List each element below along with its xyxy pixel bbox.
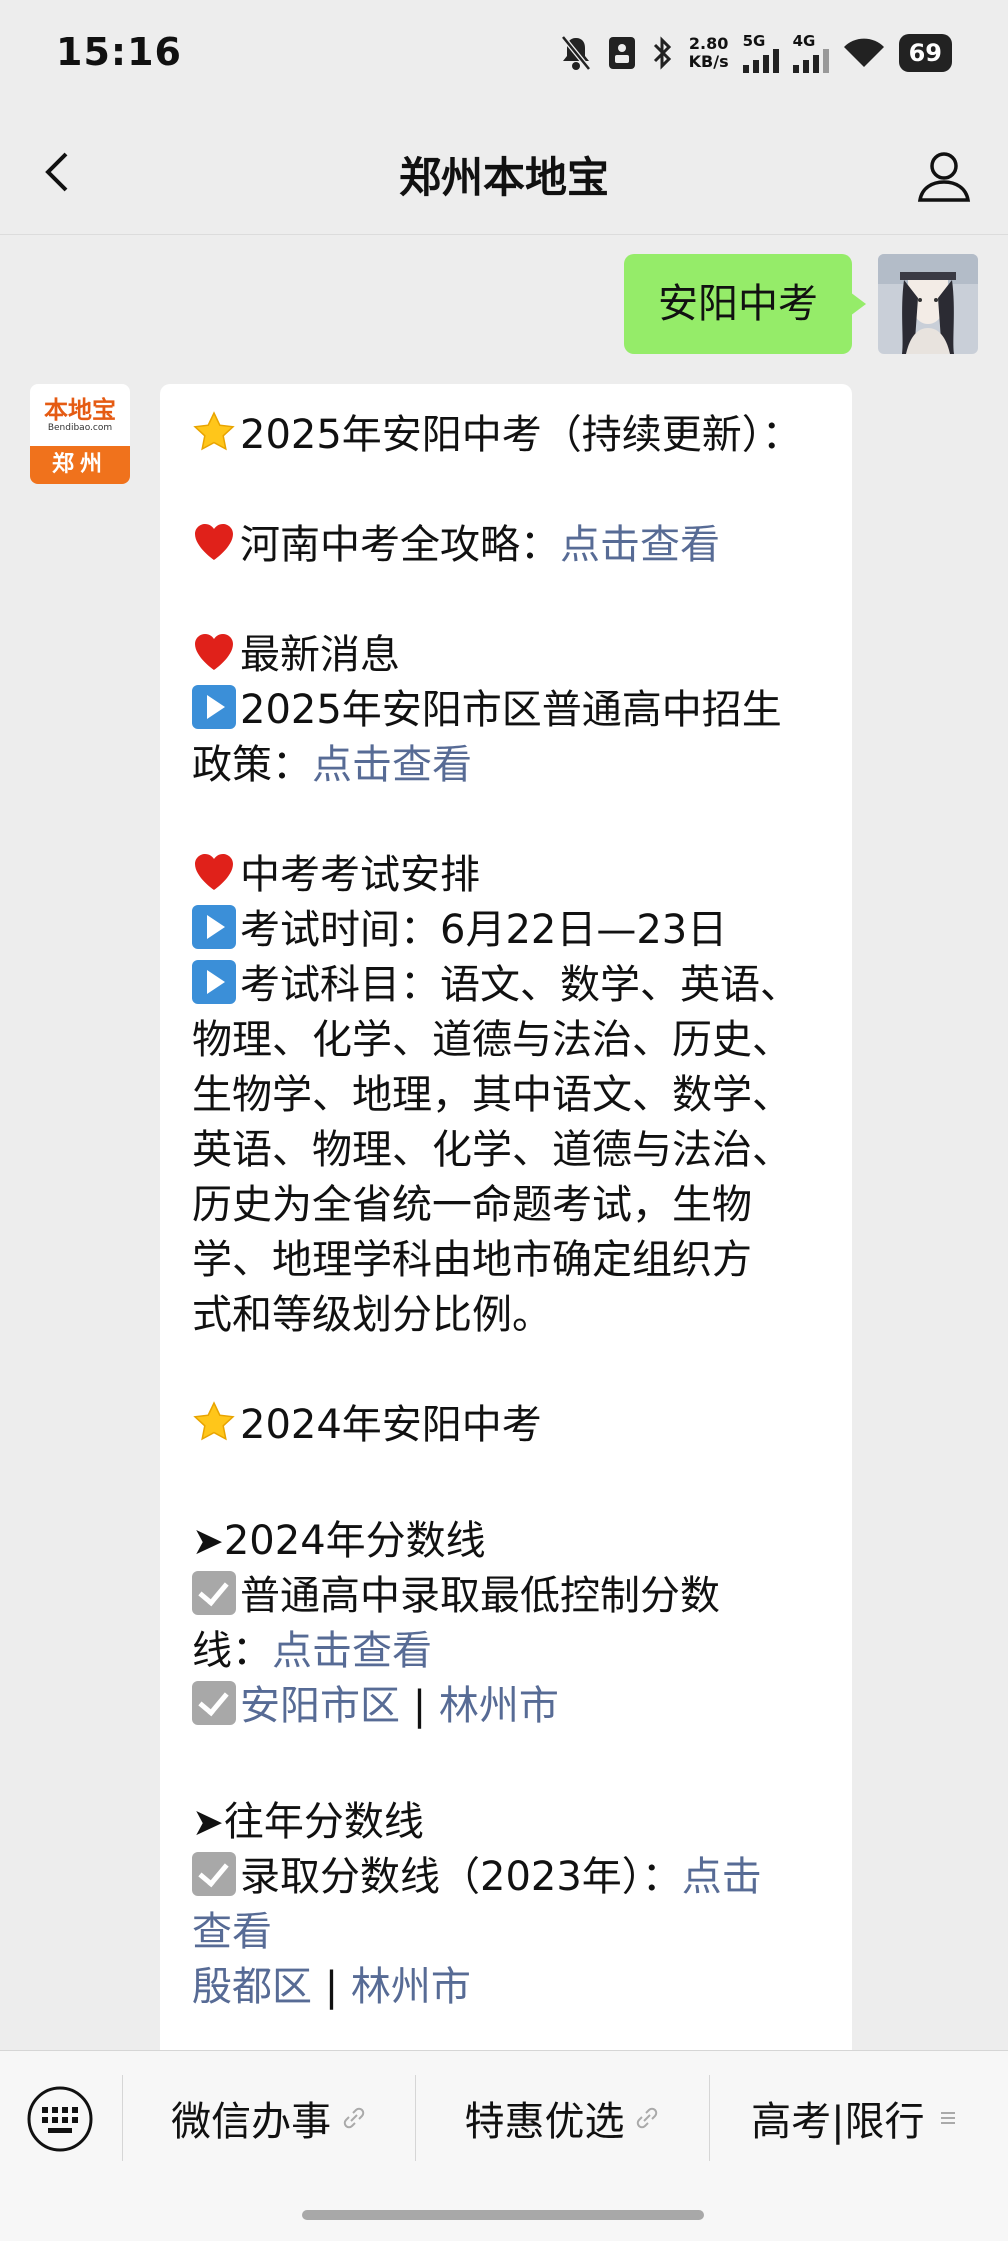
sent-message-bubble[interactable]: 安阳中考 <box>624 254 866 354</box>
battery-indicator: 69 <box>898 34 952 72</box>
wifi-icon <box>843 38 884 67</box>
link-view[interactable]: 点击查看 <box>560 522 720 568</box>
keyboard-icon[interactable] <box>26 2085 94 2153</box>
status-time: 15:16 <box>56 30 182 74</box>
play-button-icon <box>192 960 236 1004</box>
link-view[interactable]: 查看 <box>192 1909 272 1955</box>
signal-bars-icon <box>742 48 779 73</box>
link-anyang-urban[interactable]: 安阳市区 <box>240 1683 400 1729</box>
mute-bell-icon <box>560 35 591 71</box>
bot-avatar[interactable]: 本地宝 Bendibao.com 郑州 <box>30 384 130 484</box>
checkbox-checked-icon <box>192 1681 236 1725</box>
link-linzhou[interactable]: 林州市 <box>351 1964 471 2010</box>
link-view[interactable]: 点击查看 <box>312 742 472 788</box>
arrowhead-icon: ➤ <box>192 1800 224 1844</box>
heart-icon <box>195 854 233 890</box>
signal-bars-icon <box>792 48 829 73</box>
star-icon <box>193 411 235 451</box>
sent-message-row: 安阳中考 <box>624 254 978 354</box>
link-yindu[interactable]: 殷都区 <box>192 1964 312 2010</box>
net-speed: 2.80 KB/s <box>688 34 729 71</box>
nav-bar: 郑州本地宝 <box>0 108 1008 235</box>
message-body: 2025年安阳中考（持续更新）： 河南中考全攻略：点击查看 最新消息 2025年… <box>192 411 802 2010</box>
heart-icon <box>195 634 233 670</box>
checkbox-checked-icon <box>192 1571 236 1615</box>
received-message-bubble: 2025年安阳中考（持续更新）： 河南中考全攻略：点击查看 最新消息 2025年… <box>160 384 852 2064</box>
signal-5g: 5G <box>742 33 779 73</box>
user-avatar[interactable] <box>878 254 978 354</box>
heart-icon <box>195 524 233 560</box>
arrowhead-icon: ➤ <box>192 1519 224 1563</box>
star-icon <box>193 1401 235 1441</box>
menu-item-special-deals[interactable]: 特惠优选 <box>415 2075 708 2161</box>
checkbox-checked-icon <box>192 1852 236 1896</box>
person-profile-icon[interactable] <box>914 146 974 206</box>
status-icons: 2.80 KB/s 5G 4G 69 <box>559 30 952 76</box>
play-button-icon <box>192 685 236 729</box>
link-click[interactable]: 点击 <box>682 1854 762 1900</box>
menu-item-gaokao-restrictions[interactable]: 高考|限行 <box>708 2075 1002 2161</box>
link-view[interactable]: 点击查看 <box>272 1628 432 1674</box>
menu-items: 微信办事 特惠优选 高考|限行 <box>122 2075 1002 2161</box>
home-indicator[interactable] <box>302 2210 704 2220</box>
bot-avatar-logo: 本地宝 Bendibao.com <box>44 396 116 433</box>
bot-avatar-city: 郑州 <box>30 446 130 484</box>
play-button-icon <box>192 905 236 949</box>
link-icon <box>343 2107 365 2129</box>
menu-item-wechat-services[interactable]: 微信办事 <box>122 2075 415 2161</box>
status-bar: 15:16 2.80 KB/s 5G 4G 69 <box>0 0 1008 108</box>
page-title: 郑州本地宝 <box>398 153 609 202</box>
signal-4g: 4G <box>792 33 829 73</box>
sim-card-icon <box>608 37 635 69</box>
bluetooth-icon <box>653 36 671 70</box>
menu-lines-icon <box>940 2112 955 2124</box>
link-icon <box>637 2107 658 2129</box>
user-avatar-image <box>878 254 978 354</box>
link-linzhou[interactable]: 林州市 <box>439 1683 559 1729</box>
